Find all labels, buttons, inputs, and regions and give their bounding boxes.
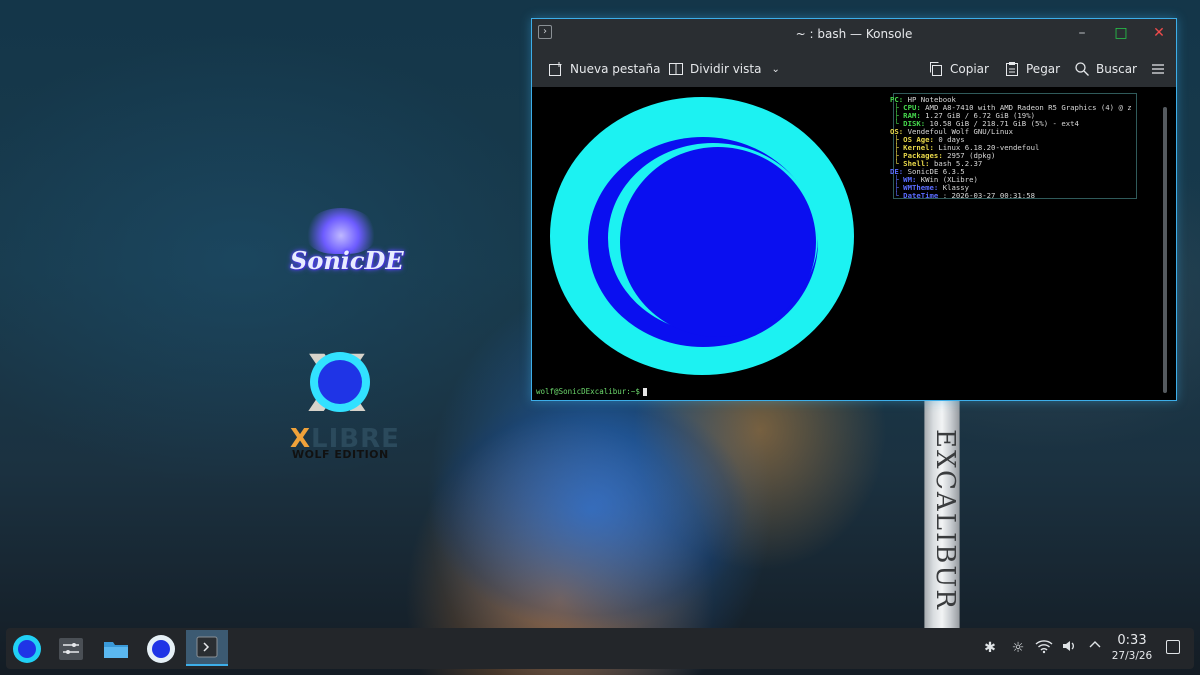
search-label: Buscar [1096, 62, 1137, 76]
copy-button[interactable]: Copiar [928, 58, 989, 80]
wolf-launcher-icon [13, 635, 41, 663]
app-launcher-button[interactable] [10, 632, 44, 666]
split-view-icon [669, 63, 683, 75]
new-tab-icon [549, 62, 562, 76]
fetch-output: PC: HP Notebook ├ CPU: AMD A8-7410 with … [890, 96, 1132, 200]
wifi-icon[interactable] [1034, 638, 1054, 658]
paste-label: Pegar [1026, 62, 1061, 76]
folder-icon [104, 642, 128, 658]
clock-time[interactable]: 0:33 [1110, 633, 1154, 648]
show-desktop-icon[interactable] [1166, 640, 1180, 654]
wolf-ascii-logo [550, 97, 854, 375]
system-settings-button[interactable] [54, 632, 88, 666]
new-tab-label: Nueva pestaña [570, 62, 661, 76]
split-view-button[interactable]: Dividir vista ⌄ [668, 58, 780, 80]
hamburger-menu-icon [1152, 64, 1164, 74]
shell-prompt[interactable]: wolf@SonicDExcalibur:~$ [536, 387, 647, 396]
brightness-icon[interactable]: ☼ [1008, 638, 1028, 658]
terminal-icon [196, 636, 218, 658]
fetch-value: : 2026-03-27 00:31:58 [938, 191, 1035, 200]
paste-icon [1006, 62, 1018, 76]
wallpaper-wolf [380, 360, 800, 660]
text-cursor [642, 388, 647, 396]
search-button[interactable]: Buscar [1074, 58, 1137, 80]
maximize-icon[interactable]: □ [1113, 25, 1129, 41]
terminal-area[interactable]: PC: HP Notebook ├ CPU: AMD A8-7410 with … [532, 87, 1176, 400]
settings-sliders-icon [59, 638, 83, 660]
konsole-toolbar: Nueva pestaña Dividir vista ⌄ Copiar Peg… [532, 52, 1176, 86]
fetch-label: └ DateTime [890, 191, 939, 200]
window-titlebar[interactable]: › ~ : bash — Konsole – □ ✕ [532, 19, 1176, 49]
clock-date[interactable]: 27/3/26 [1110, 650, 1154, 662]
search-icon [1075, 62, 1089, 76]
wolf-browser-icon [147, 635, 175, 663]
file-manager-button[interactable] [99, 632, 133, 666]
volume-icon[interactable] [1060, 638, 1080, 658]
terminal-scrollbar[interactable] [1163, 107, 1167, 393]
xlibre-edition-label: WOLF EDITION [292, 448, 389, 461]
new-tab-button[interactable]: Nueva pestaña [548, 58, 661, 80]
konsole-window[interactable]: › ~ : bash — Konsole – □ ✕ Nueva pestaña… [531, 18, 1177, 401]
taskbar: ✱ ☼ 0:33 27/3/26 [6, 628, 1194, 669]
sonicde-logo-text: SonicDE [290, 246, 404, 275]
chevron-down-icon: ⌄ [771, 63, 780, 75]
sonicde-desktop-logo[interactable]: SonicDE [270, 208, 410, 288]
split-view-label: Dividir vista [690, 62, 762, 76]
close-icon[interactable]: ✕ [1151, 25, 1167, 41]
copy-label: Copiar [950, 62, 989, 76]
minimize-icon[interactable]: – [1074, 25, 1090, 41]
wallpaper-sword-text: EXCALIBUR [930, 429, 960, 611]
bluetooth-icon[interactable]: ✱ [980, 638, 1000, 658]
fetch-line: └ DateTime : 2026-03-27 00:31:58 [890, 192, 1132, 200]
browser-button[interactable] [144, 632, 178, 666]
hamburger-menu-button[interactable] [1150, 58, 1172, 80]
wolf-logo-icon [310, 352, 370, 412]
xlibre-desktop-logo[interactable]: X XLIBRE WOLF EDITION [288, 346, 400, 466]
chevron-up-icon[interactable] [1085, 638, 1105, 658]
copy-icon [930, 62, 942, 76]
paste-button[interactable]: Pegar [1004, 58, 1060, 80]
konsole-task-button[interactable] [186, 630, 228, 666]
